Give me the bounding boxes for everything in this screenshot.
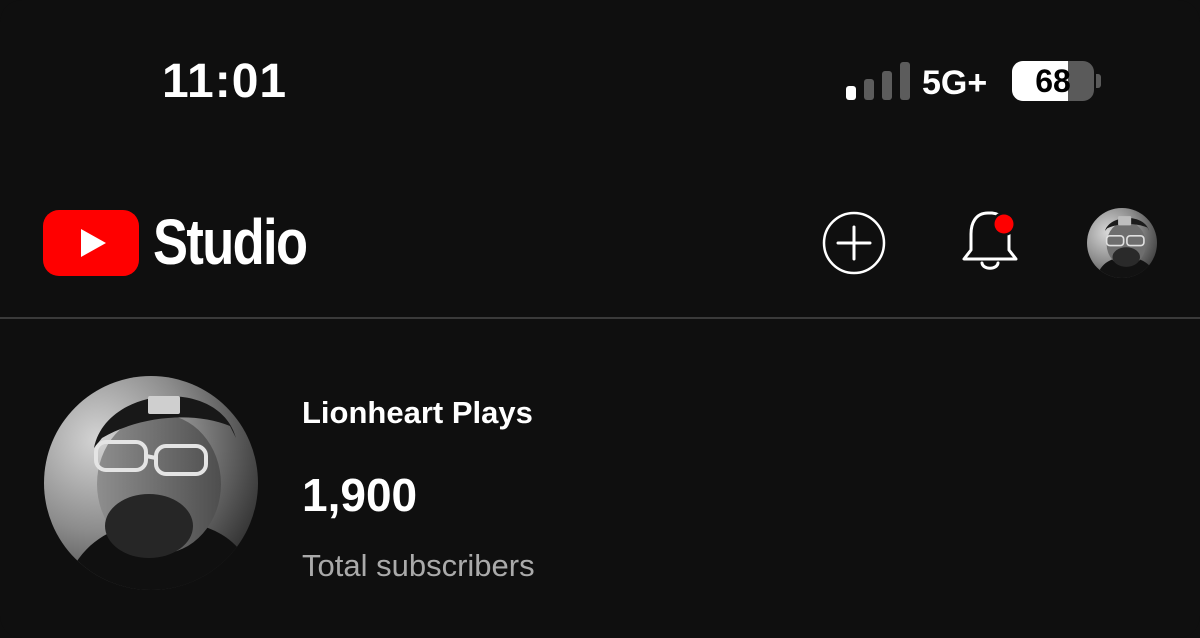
battery-tip — [1096, 74, 1101, 88]
channel-name: Lionheart Plays — [302, 395, 533, 430]
header-divider — [0, 317, 1200, 319]
subscriber-label: Total subscribers — [302, 548, 535, 583]
network-type: 5G+ — [922, 64, 988, 102]
youtube-logo-icon[interactable] — [43, 210, 139, 276]
battery-level: 68 — [1035, 63, 1071, 99]
signal-bar — [900, 62, 910, 100]
studio-screen: 11:01 5G+ 68 Studio Lionheart Plays 1,90… — [0, 0, 1200, 638]
notifications-button[interactable] — [958, 207, 1022, 275]
status-time: 11:01 — [162, 55, 288, 108]
channel-avatar-image — [44, 376, 258, 590]
signal-bar — [864, 79, 874, 100]
account-avatar[interactable] — [1087, 208, 1157, 278]
brand-name: Studio — [153, 206, 308, 278]
battery-icon: 68 — [1012, 61, 1094, 101]
avatar-image — [1087, 208, 1157, 278]
bell-icon — [962, 211, 1018, 270]
plus-circle-icon — [822, 211, 886, 275]
create-button[interactable] — [822, 211, 886, 275]
channel-avatar[interactable] — [44, 376, 258, 590]
signal-bar — [882, 71, 892, 100]
notification-dot — [994, 214, 1014, 234]
cellular-signal-icon — [846, 62, 910, 100]
subscriber-count: 1,900 — [302, 469, 418, 521]
signal-bar — [846, 86, 856, 100]
